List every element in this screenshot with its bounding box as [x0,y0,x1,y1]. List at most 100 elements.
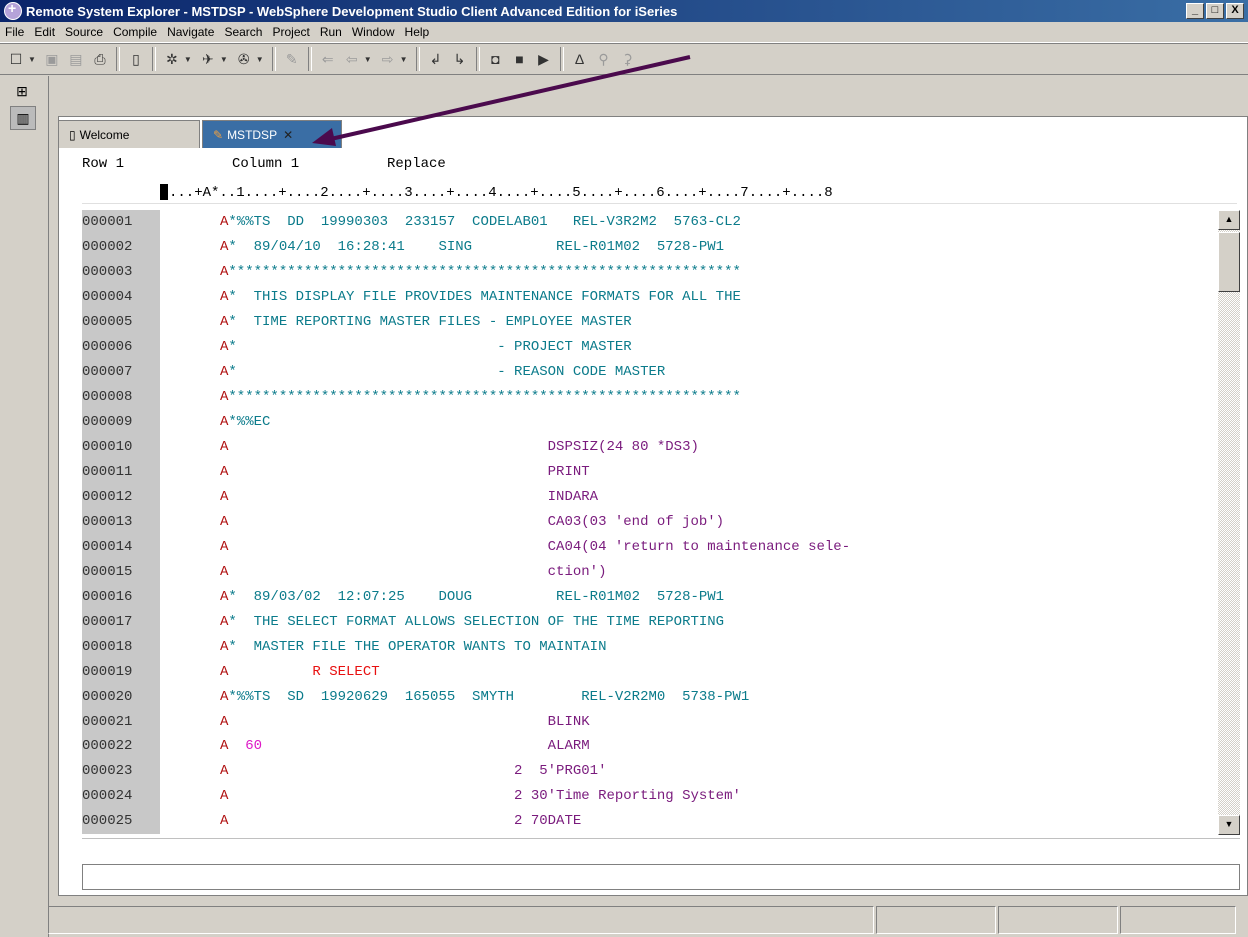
source-text: A* MASTER FILE THE OPERATOR WANTS TO MAI… [160,639,606,655]
source-line[interactable]: 000025 A 2 70DATE [82,808,1217,834]
step-over-icon[interactable]: ↳ [449,48,471,70]
source-line[interactable]: 000018 A* MASTER FILE THE OPERATOR WANTS … [82,634,1217,660]
source-token: ction') [228,563,607,580]
source-line[interactable]: 000008 A*********************************… [82,384,1217,410]
line-number: 000008 [82,384,160,410]
scroll-down-button[interactable]: ▼ [1218,815,1240,835]
source-line[interactable]: 000013 A CA03(03 'end of job') [82,509,1217,535]
source-line[interactable]: 000006 A* - PROJECT MASTER [82,334,1217,360]
source-text: A 2 70DATE [160,813,581,829]
scroll-up-button[interactable]: ▲ [1218,210,1240,230]
tab-mstdsp[interactable]: ✎ MSTDSP ✕ [202,120,342,148]
close-button[interactable]: X [1226,3,1244,19]
line-number: 000013 [82,509,160,535]
menu-search[interactable]: Search [219,25,267,39]
maximize-button[interactable]: □ [1206,3,1224,19]
source-token: A* 89/03/02 12:07:25 DOUG REL-R01M02 572… [220,589,724,605]
new-wizard-icon[interactable]: ☐ [5,48,27,70]
scroll-thumb[interactable] [1218,232,1240,292]
line-number: 000018 [82,634,160,660]
source-line[interactable]: 000019 A R SELECT [82,659,1217,685]
source-line[interactable]: 000023 A 2 5'PRG01' [82,758,1217,784]
comment-text: * THE SELECT FORMAT ALLOWS SELECTION OF … [228,613,725,630]
column-indicator: Column 1 [232,156,300,172]
menu-file[interactable]: File [0,25,29,39]
filter-icon[interactable]: ⚲ [593,48,615,70]
close-icon[interactable]: ✕ [283,128,293,142]
source-text: A PRINT [160,464,590,480]
app-icon [4,0,22,20]
source-line[interactable]: 000011 A PRINT [82,459,1217,485]
chevron-down-icon[interactable]: ▼ [400,55,408,64]
source-token: DSPSIZ(24 80 *DS3) [228,439,699,456]
print-icon[interactable]: ⎙ [89,48,111,70]
source-editor[interactable]: 000001 A*%%TS DD 19990303 233157 CODELAB0… [82,210,1217,835]
ruler-text: ...+A*..1....+....2....+....3....+....4.… [169,185,833,201]
menu-navigate[interactable]: Navigate [162,25,219,39]
menu-project[interactable]: Project [267,25,314,39]
compare-icon[interactable]: ⚳ [617,48,639,70]
forward-icon[interactable]: ⇨ [377,48,399,70]
vertical-scrollbar[interactable]: ▲ ▼ [1218,210,1240,835]
source-line[interactable]: 000016 A* 89/03/02 12:07:25 DOUG REL-R01M… [82,584,1217,610]
source-line[interactable]: 000017 A* THE SELECT FORMAT ALLOWS SELECT… [82,609,1217,635]
menu-edit[interactable]: Edit [29,25,60,39]
chevron-down-icon[interactable]: ▼ [256,55,264,64]
source-line[interactable]: 000005 A* TIME REPORTING MASTER FILES - E… [82,309,1217,335]
open-perspective-button[interactable]: ⊞ [10,80,34,102]
source-token: CA03(03 'end of job') [228,513,725,530]
source-line[interactable]: 000010 A DSPSIZ(24 80 *DS3) [82,434,1217,460]
source-line[interactable]: 000001 A*%%TS DD 19990303 233157 CODELAB0… [82,210,1217,235]
save-all-icon[interactable]: ▤ [65,48,87,70]
external-tools-icon[interactable]: ✇ [233,48,255,70]
source-line[interactable]: 000004 A* THIS DISPLAY FILE PROVIDES MAIN… [82,284,1217,310]
source-token: 2 70DATE [228,813,582,830]
menu-help[interactable]: Help [400,25,435,39]
chevron-down-icon[interactable]: ▼ [184,55,192,64]
source-text: A CA03(03 'end of job') [160,514,724,530]
last-edit-icon[interactable]: ⇐ [317,48,339,70]
chevron-down-icon[interactable]: ▼ [220,55,228,64]
source-line[interactable]: 000021 A BLINK [82,709,1217,735]
terminate-icon[interactable]: ■ [509,48,531,70]
run-icon[interactable]: ✈ [197,48,219,70]
menu-window[interactable]: Window [347,25,400,39]
command-line-input[interactable] [82,864,1240,890]
source-line[interactable]: 000024 A 2 30'Time Reporting System' [82,783,1217,809]
source-text: A* 89/03/02 12:07:25 DOUG REL-R01M02 572… [160,589,724,605]
line-number: 000023 [82,758,160,784]
source-line[interactable]: 000003 A*********************************… [82,259,1217,285]
source-text: A INDARA [160,489,598,505]
debug-icon[interactable]: ✲ [161,48,183,70]
source-line[interactable]: 000022 A 60 ALARM [82,734,1217,759]
step-into-icon[interactable]: ↲ [425,48,447,70]
chevron-down-icon[interactable]: ▼ [28,55,36,64]
menu-run[interactable]: Run [315,25,347,39]
pen-icon[interactable]: ✎ [281,48,303,70]
suspend-icon[interactable]: ◘ [485,48,507,70]
toolbar-separator [559,47,564,71]
source-text: A 2 5'PRG01' [160,763,606,779]
source-line[interactable]: 000007 A* - REASON CODE MASTER [82,359,1217,385]
save-icon[interactable]: ▣ [41,48,63,70]
line-number: 000006 [82,334,160,360]
source-line[interactable]: 000015 A ction') [82,559,1217,585]
tab-welcome[interactable]: ▯ Welcome [58,120,200,148]
source-line[interactable]: 000012 A INDARA [82,484,1217,510]
source-line[interactable]: 000014 A CA04(04 'return to maintenance s… [82,534,1217,560]
source-text: A*%%TS DD 19990303 233157 CODELAB01 REL-… [160,214,741,230]
source-token: 60 [228,738,263,755]
menu-compile[interactable]: Compile [108,25,162,39]
open-perspective-icon[interactable]: ▯ [125,48,147,70]
source-line[interactable]: 000009 A*%%EC [82,409,1217,435]
source-line[interactable]: 000020 A*%%TS SD 19920629 165055 SMYTH RE… [82,684,1217,710]
delta-icon[interactable]: Δ [569,48,591,70]
minimize-button[interactable]: _ [1186,3,1204,19]
menu-source[interactable]: Source [60,25,108,39]
source-line[interactable]: 000002 A* 89/04/10 16:28:41 SING REL-R01M… [82,234,1217,260]
chevron-down-icon[interactable]: ▼ [364,55,372,64]
resume-icon[interactable]: ▶ [533,48,555,70]
comment-text: * TIME REPORTING MASTER FILES - EMPLOYEE… [228,314,632,331]
back-icon[interactable]: ⇦ [341,48,363,70]
remote-systems-perspective-icon[interactable]: ▥ [10,106,36,130]
